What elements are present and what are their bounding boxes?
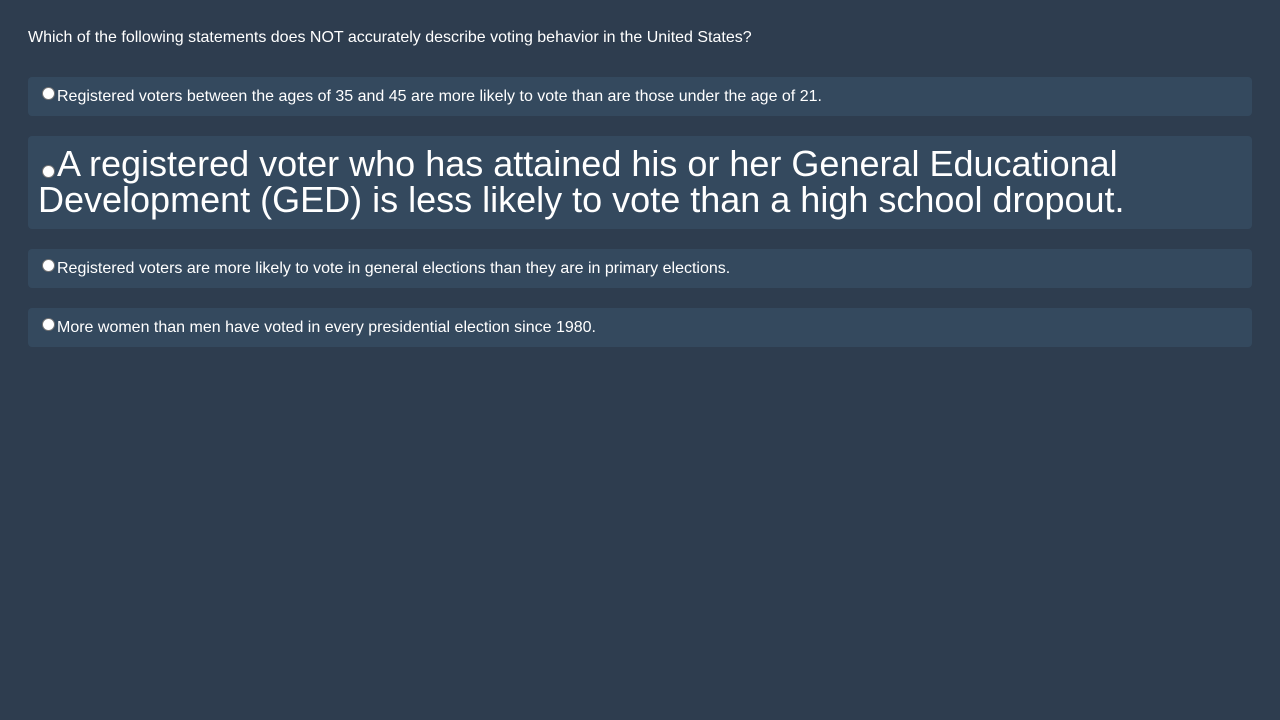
answer-option-3-label: Registered voters are more likely to vot… xyxy=(57,260,731,277)
quiz-page: Which of the following statements does N… xyxy=(0,0,1280,720)
radio-button-1[interactable] xyxy=(42,87,55,100)
answer-options: Registered voters between the ages of 35… xyxy=(28,77,1252,367)
answer-option-4[interactable]: More women than men have voted in every … xyxy=(28,308,1252,347)
radio-button-2[interactable] xyxy=(42,165,55,178)
answer-option-1[interactable]: Registered voters between the ages of 35… xyxy=(28,77,1252,116)
answer-option-4-label: More women than men have voted in every … xyxy=(57,319,596,336)
answer-option-3[interactable]: Registered voters are more likely to vot… xyxy=(28,249,1252,288)
question-text: Which of the following statements does N… xyxy=(28,29,752,46)
answer-option-2[interactable]: A registered voter who has attained his … xyxy=(28,136,1252,229)
radio-button-4[interactable] xyxy=(42,318,55,331)
answer-option-2-label: A registered voter who has attained his … xyxy=(38,143,1125,220)
answer-option-1-label: Registered voters between the ages of 35… xyxy=(57,88,822,105)
radio-button-3[interactable] xyxy=(42,259,55,272)
